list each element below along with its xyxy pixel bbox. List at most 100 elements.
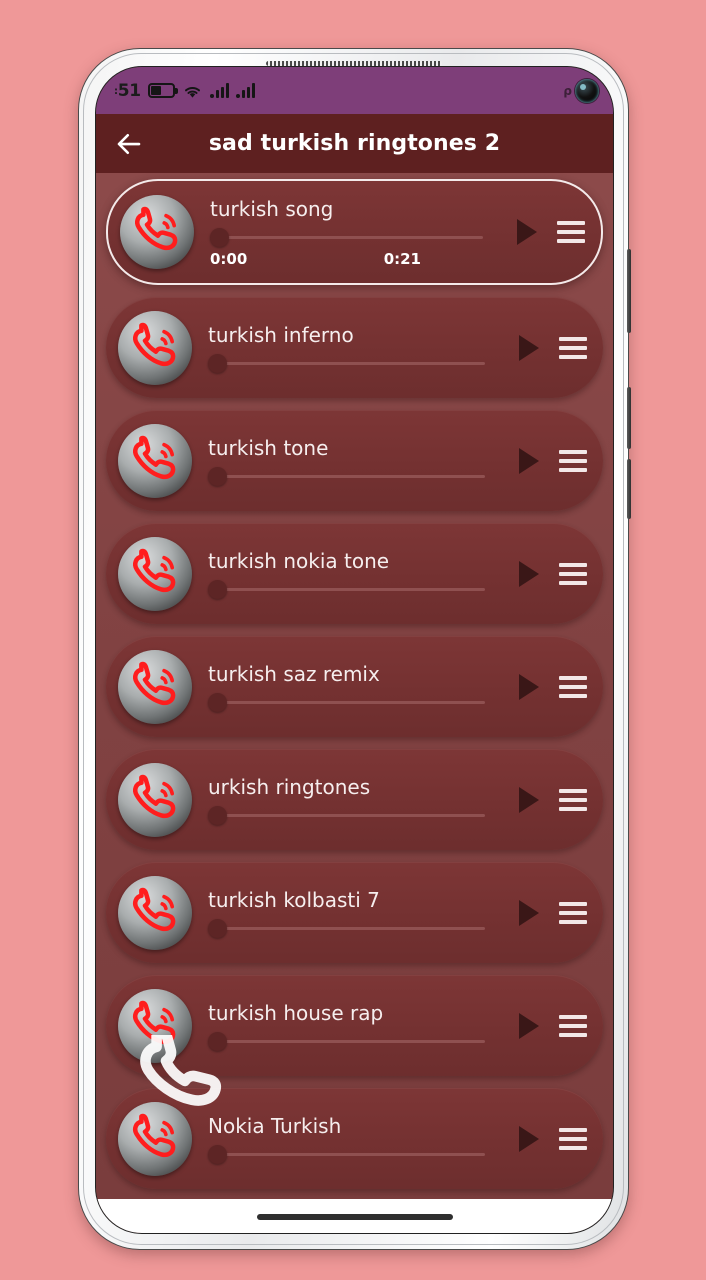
- ringing-phone-icon: [133, 774, 176, 818]
- hamburger-menu-icon[interactable]: [559, 788, 587, 811]
- hamburger-menu-icon[interactable]: [559, 336, 587, 359]
- play-icon[interactable]: [519, 1012, 539, 1039]
- home-gesture-pill[interactable]: [256, 1214, 453, 1220]
- list-item-label: Nokia Turkish: [208, 1114, 342, 1138]
- status-right-glyph: ρ: [563, 83, 572, 98]
- ringing-phone-icon: [133, 887, 176, 931]
- hamburger-menu-icon[interactable]: [559, 675, 587, 698]
- ringing-phone-icon: [133, 548, 176, 592]
- hamburger-menu-icon[interactable]: [559, 562, 587, 585]
- play-icon[interactable]: [519, 1125, 539, 1152]
- play-icon[interactable]: [519, 560, 539, 587]
- seek-thumb[interactable]: [208, 806, 227, 825]
- seek-bar[interactable]: [210, 227, 505, 247]
- seek-track: [211, 814, 485, 817]
- list-item-label: urkish ringtones: [208, 775, 371, 799]
- list-item-5[interactable]: urkish ringtones: [106, 749, 603, 850]
- avatar: [118, 423, 192, 498]
- hamburger-menu-icon[interactable]: [559, 1014, 587, 1037]
- ringing-phone-icon: [133, 322, 176, 366]
- seek-thumb[interactable]: [208, 354, 227, 373]
- list-item-body: urkish ringtones: [192, 774, 515, 825]
- status-clock: :51: [114, 81, 141, 101]
- list-item-body: turkish song 0:00 0:21: [194, 196, 513, 268]
- seek-thumb[interactable]: [208, 919, 227, 938]
- avatar: [118, 1101, 192, 1176]
- list-item-6[interactable]: turkish kolbasti 7: [106, 862, 603, 963]
- avatar: [118, 762, 192, 837]
- list-item-label: turkish tone: [208, 436, 329, 460]
- list-item-2[interactable]: turkish tone: [106, 410, 603, 511]
- battery-icon: [147, 83, 178, 98]
- list-item-actions: [515, 899, 587, 926]
- list-item-7[interactable]: turkish house rap: [106, 975, 603, 1076]
- list-item-body: turkish kolbasti 7: [192, 887, 515, 938]
- play-icon[interactable]: [519, 447, 539, 474]
- seek-bar[interactable]: [208, 918, 507, 938]
- avatar: [118, 988, 192, 1063]
- signal-bars-icon-secondary: [235, 83, 255, 98]
- avatar: [118, 536, 192, 611]
- list-item-label: turkish nokia tone: [208, 549, 390, 573]
- seek-bar[interactable]: [208, 692, 507, 712]
- seek-thumb[interactable]: [210, 228, 229, 247]
- current-time: 0:00: [210, 250, 248, 268]
- seek-track: [213, 236, 483, 239]
- volume-up-button[interactable]: [627, 387, 631, 449]
- hamburger-menu-icon[interactable]: [559, 901, 587, 924]
- list-item-label: turkish inferno: [208, 323, 354, 347]
- system-navigation-bar: [96, 1199, 613, 1233]
- seek-track: [211, 701, 485, 704]
- seek-track: [211, 588, 485, 591]
- status-bar-right: ρ: [563, 78, 599, 103]
- seek-bar[interactable]: [208, 1144, 507, 1164]
- hamburger-menu-icon[interactable]: [559, 449, 587, 472]
- list-item-0[interactable]: turkish song 0:00 0:21: [106, 179, 603, 285]
- ringing-phone-icon: [133, 1113, 176, 1157]
- front-camera-punch-hole: [575, 78, 599, 103]
- page-title: sad turkish ringtones 2: [208, 131, 501, 156]
- list-item-label: turkish saz remix: [208, 662, 380, 686]
- total-time: 0:21: [383, 250, 421, 268]
- list-item-4[interactable]: turkish saz remix: [106, 636, 603, 737]
- play-icon[interactable]: [519, 899, 539, 926]
- seek-bar[interactable]: [208, 1031, 507, 1051]
- list-item-3[interactable]: turkish nokia tone: [106, 523, 603, 624]
- wifi-icon: [184, 86, 200, 98]
- hamburger-menu-icon[interactable]: [557, 221, 585, 243]
- list-item-body: turkish inferno: [192, 322, 515, 373]
- play-icon[interactable]: [517, 219, 537, 245]
- seek-bar[interactable]: [208, 353, 507, 373]
- seek-bar[interactable]: [208, 579, 507, 599]
- power-button[interactable]: [627, 249, 631, 333]
- list-item-actions: [515, 334, 587, 361]
- seek-thumb[interactable]: [208, 467, 227, 486]
- app-bar: sad turkish ringtones 2: [96, 114, 613, 173]
- ringing-phone-icon: [133, 435, 176, 479]
- list-item-1[interactable]: turkish inferno: [106, 297, 603, 398]
- list-item-actions: [515, 786, 587, 813]
- seek-thumb[interactable]: [208, 1032, 227, 1051]
- play-icon[interactable]: [519, 786, 539, 813]
- ringtone-list[interactable]: turkish song 0:00 0:21 turkish inferno t…: [96, 173, 613, 1199]
- list-item-label: turkish song: [210, 197, 334, 221]
- list-item-label: turkish house rap: [208, 1001, 384, 1025]
- ringing-phone-icon: [133, 661, 176, 705]
- back-arrow-icon[interactable]: [114, 129, 144, 159]
- seek-thumb[interactable]: [208, 1145, 227, 1164]
- seek-track: [211, 475, 485, 478]
- status-bar-left: :51: [114, 81, 255, 101]
- time-labels: 0:00 0:21: [210, 250, 505, 268]
- list-item-8[interactable]: Nokia Turkish: [106, 1088, 603, 1189]
- seek-track: [211, 362, 485, 365]
- ringing-phone-icon: [135, 206, 178, 251]
- play-icon[interactable]: [519, 673, 539, 700]
- list-item-body: Nokia Turkish: [192, 1113, 515, 1164]
- seek-bar[interactable]: [208, 466, 507, 486]
- seek-thumb[interactable]: [208, 580, 227, 599]
- seek-thumb[interactable]: [208, 693, 227, 712]
- play-icon[interactable]: [519, 334, 539, 361]
- volume-down-button[interactable]: [627, 459, 631, 519]
- hamburger-menu-icon[interactable]: [559, 1127, 587, 1150]
- seek-bar[interactable]: [208, 805, 507, 825]
